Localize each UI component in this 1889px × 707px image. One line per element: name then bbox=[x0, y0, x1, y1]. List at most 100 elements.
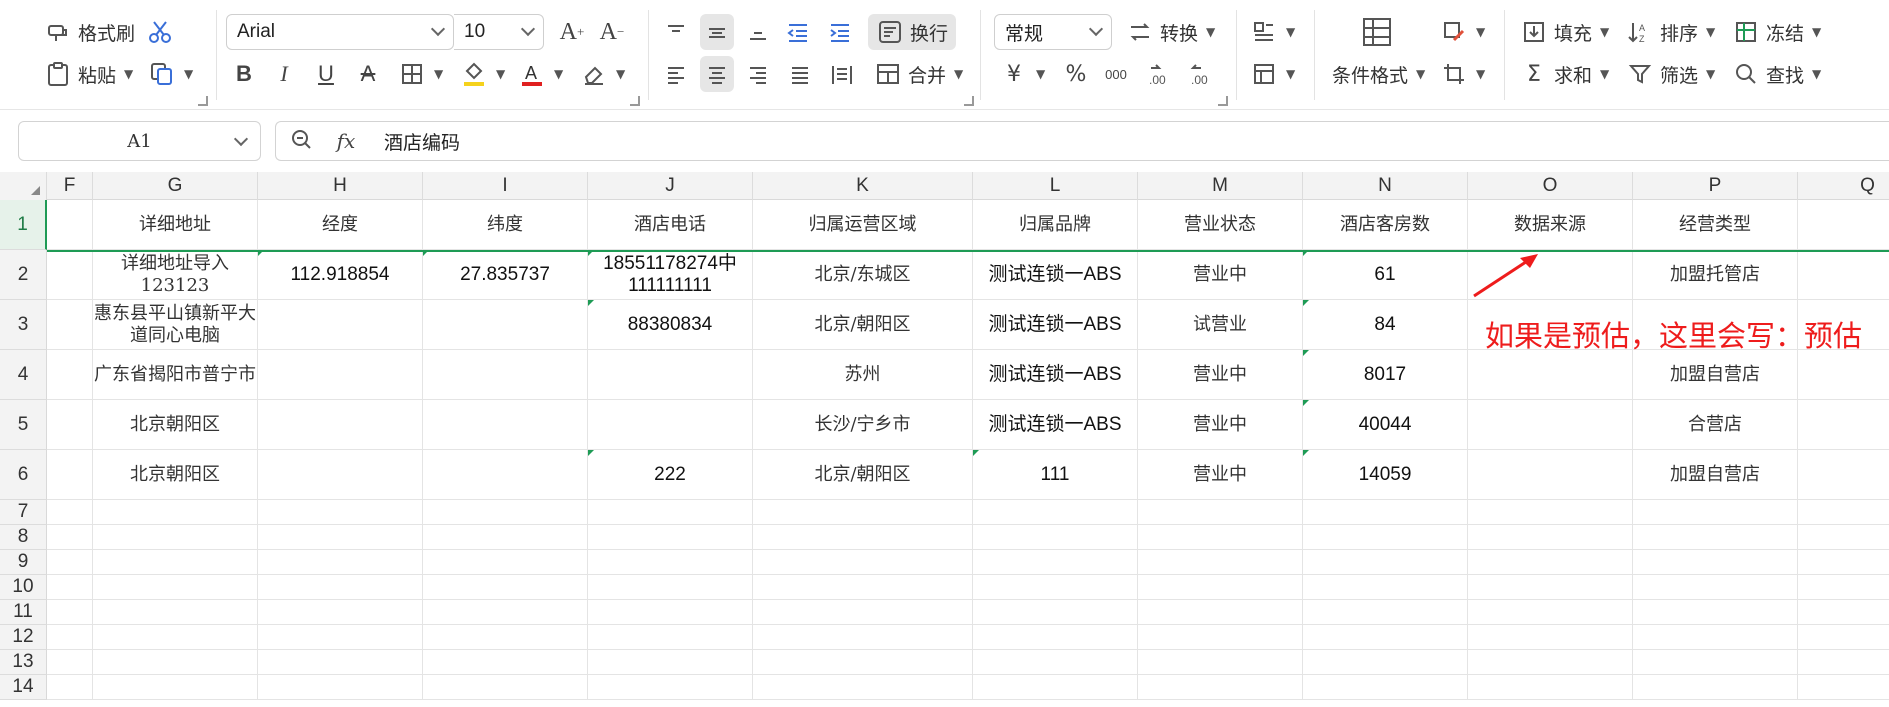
empty-cell[interactable] bbox=[1633, 500, 1798, 525]
empty-cell[interactable] bbox=[93, 550, 258, 575]
crop-button[interactable]: ▼ bbox=[1440, 56, 1485, 92]
empty-cell[interactable] bbox=[588, 550, 753, 575]
header-cell[interactable]: 经度 bbox=[258, 200, 423, 250]
row-header-12[interactable]: 12 bbox=[0, 625, 47, 650]
table-cell[interactable]: 111 bbox=[973, 450, 1138, 500]
thousands-button[interactable]: 000 bbox=[1102, 56, 1130, 92]
table-cell[interactable]: 14059 bbox=[1303, 450, 1468, 500]
table-cell[interactable] bbox=[1798, 250, 1889, 300]
empty-cell[interactable] bbox=[93, 525, 258, 550]
row-header-7[interactable]: 7 bbox=[0, 500, 47, 525]
empty-cell[interactable] bbox=[1468, 550, 1633, 575]
empty-cell[interactable] bbox=[47, 650, 93, 675]
table-cell[interactable] bbox=[1798, 350, 1889, 400]
empty-cell[interactable] bbox=[588, 575, 753, 600]
empty-cell[interactable] bbox=[47, 525, 93, 550]
table-cell[interactable]: 测试连锁一ABS bbox=[973, 250, 1138, 300]
chevron-down-icon[interactable]: ▼ bbox=[1286, 25, 1295, 39]
table-cell[interactable] bbox=[588, 350, 753, 400]
empty-cell[interactable] bbox=[258, 525, 423, 550]
empty-cell[interactable] bbox=[258, 550, 423, 575]
table-cell[interactable]: 北京/东城区 bbox=[753, 250, 973, 300]
table-cell[interactable]: 18551178274中111111111 bbox=[588, 250, 753, 300]
column-header-m[interactable]: M bbox=[1138, 172, 1303, 200]
table-cell[interactable]: 40044 bbox=[1303, 400, 1468, 450]
empty-cell[interactable] bbox=[258, 600, 423, 625]
empty-cell[interactable] bbox=[753, 650, 973, 675]
chevron-down-icon[interactable]: ▼ bbox=[434, 67, 443, 81]
merge-button[interactable]: 合并 ▼ bbox=[874, 56, 963, 92]
empty-cell[interactable] bbox=[47, 550, 93, 575]
spreadsheet-grid[interactable]: FGHIJKLMNOPQ 1 2 3 4 5 6 7 8 9 10 11 12 13 14 详细地址 经度纬… bbox=[0, 172, 1889, 707]
select-all-corner[interactable] bbox=[0, 172, 47, 200]
chevron-down-icon[interactable]: ▼ bbox=[1600, 67, 1609, 81]
font-color-button[interactable]: A ▼ bbox=[518, 56, 563, 92]
table-cell[interactable]: 合营店 bbox=[1633, 400, 1798, 450]
empty-cell[interactable] bbox=[973, 600, 1138, 625]
chevron-down-icon[interactable]: ▼ bbox=[616, 67, 625, 81]
insert-function-icon[interactable]: fx bbox=[326, 129, 366, 153]
table-cell[interactable] bbox=[588, 400, 753, 450]
empty-cell[interactable] bbox=[973, 575, 1138, 600]
table-cell[interactable] bbox=[1798, 450, 1889, 500]
empty-cell[interactable] bbox=[588, 525, 753, 550]
table-cell[interactable]: 惠东县平山镇新平大道同心电脑 bbox=[93, 300, 258, 350]
table-cell[interactable]: 测试连锁一ABS bbox=[973, 400, 1138, 450]
empty-cell[interactable] bbox=[423, 500, 588, 525]
empty-cell[interactable] bbox=[423, 525, 588, 550]
empty-cell[interactable] bbox=[1798, 675, 1889, 700]
table-cell[interactable]: 北京朝阳区 bbox=[93, 400, 258, 450]
empty-cell[interactable] bbox=[423, 675, 588, 700]
empty-cell[interactable] bbox=[588, 500, 753, 525]
empty-cell[interactable] bbox=[973, 550, 1138, 575]
clipboard-dialog-launcher[interactable] bbox=[198, 96, 208, 106]
decrease-font-button[interactable]: A − bbox=[598, 14, 626, 50]
table-cell[interactable]: 61 bbox=[1303, 250, 1468, 300]
empty-cell[interactable] bbox=[258, 500, 423, 525]
table-cell[interactable]: 长沙/宁乡市 bbox=[753, 400, 973, 450]
freeze-button[interactable]: 冻结 ▼ bbox=[1732, 14, 1821, 50]
empty-cell[interactable] bbox=[753, 575, 973, 600]
empty-cell[interactable] bbox=[588, 625, 753, 650]
empty-cell[interactable] bbox=[588, 600, 753, 625]
alignment-dialog-launcher[interactable] bbox=[964, 96, 974, 106]
align-center-button[interactable] bbox=[700, 56, 734, 92]
chevron-down-icon[interactable]: ▼ bbox=[1206, 25, 1215, 39]
underline-button[interactable]: U bbox=[312, 56, 340, 92]
chevron-down-icon[interactable]: ▼ bbox=[1812, 25, 1821, 39]
empty-cell[interactable] bbox=[1303, 675, 1468, 700]
table-cell[interactable]: 苏州 bbox=[753, 350, 973, 400]
empty-cell[interactable] bbox=[1138, 500, 1303, 525]
table-cell[interactable] bbox=[258, 350, 423, 400]
table-cell[interactable] bbox=[47, 350, 93, 400]
table-cell[interactable]: 北京朝阳区 bbox=[93, 450, 258, 500]
empty-cell[interactable] bbox=[1633, 575, 1798, 600]
empty-cell[interactable] bbox=[1468, 500, 1633, 525]
empty-cell[interactable] bbox=[1468, 625, 1633, 650]
empty-cell[interactable] bbox=[1303, 525, 1468, 550]
sort-button[interactable]: AZ 排序 ▼ bbox=[1626, 14, 1715, 50]
table-cell[interactable]: 营业中 bbox=[1138, 400, 1303, 450]
empty-cell[interactable] bbox=[1138, 600, 1303, 625]
table-cell[interactable] bbox=[423, 400, 588, 450]
increase-decimal-button[interactable]: .00 bbox=[1146, 56, 1174, 92]
empty-cell[interactable] bbox=[973, 500, 1138, 525]
column-header-l[interactable]: L bbox=[973, 172, 1138, 200]
empty-cell[interactable] bbox=[258, 650, 423, 675]
table-cell[interactable] bbox=[423, 350, 588, 400]
empty-cell[interactable] bbox=[1303, 575, 1468, 600]
row-header-6[interactable]: 6 bbox=[0, 450, 47, 500]
empty-cell[interactable] bbox=[1138, 675, 1303, 700]
empty-cell[interactable] bbox=[1798, 500, 1889, 525]
table-cell[interactable]: 88380834 bbox=[588, 300, 753, 350]
currency-button[interactable]: ¥ ▼ bbox=[1000, 56, 1045, 92]
empty-cell[interactable] bbox=[93, 575, 258, 600]
table-cell[interactable] bbox=[1468, 350, 1633, 400]
paste-button[interactable]: 粘贴 ▼ bbox=[44, 56, 133, 92]
column-header-p[interactable]: P bbox=[1633, 172, 1798, 200]
cell-format-button[interactable]: ▼ bbox=[1440, 14, 1485, 50]
empty-cell[interactable] bbox=[93, 600, 258, 625]
percent-button[interactable]: % bbox=[1062, 56, 1090, 92]
empty-cell[interactable] bbox=[47, 625, 93, 650]
header-cell[interactable] bbox=[1798, 200, 1889, 250]
